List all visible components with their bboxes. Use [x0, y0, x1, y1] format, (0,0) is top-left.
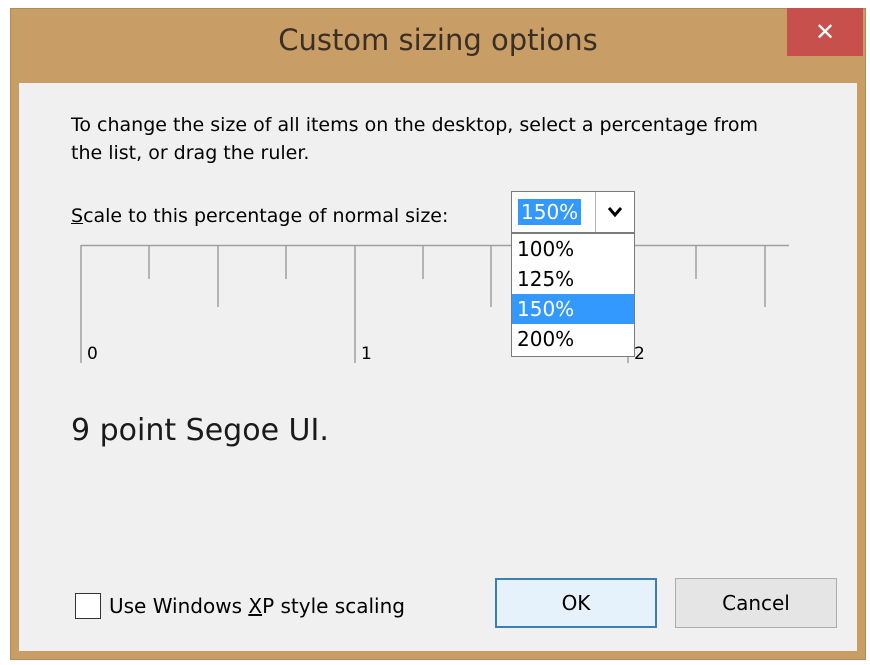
scale-percentage-combobox[interactable]: 150%	[511, 191, 635, 233]
xp-label-after: P style scaling	[262, 594, 405, 618]
close-button[interactable]: ✕	[787, 8, 863, 56]
xp-scaling-option[interactable]: Use Windows XP style scaling	[75, 593, 405, 619]
dialog-title: Custom sizing options	[278, 23, 598, 57]
close-icon: ✕	[814, 18, 836, 46]
xp-scaling-checkbox[interactable]	[75, 593, 101, 619]
scale-option-150[interactable]: 150%	[512, 294, 634, 324]
dropdown-button[interactable]	[595, 192, 634, 232]
ruler-label-1: 1	[361, 344, 372, 364]
dialog-client-area: To change the size of all items on the d…	[19, 83, 857, 651]
scale-option-200[interactable]: 200%	[512, 324, 634, 354]
ruler[interactable]: 0 1 2	[19, 83, 857, 383]
xp-label-accel: X	[248, 594, 263, 618]
ruler-label-0: 0	[87, 344, 98, 364]
scale-selected-value: 150%	[518, 199, 582, 225]
sample-text: 9 point Segoe UI.	[71, 413, 329, 448]
scale-dropdown-list: 100% 125% 150% 200%	[511, 233, 635, 357]
ok-button[interactable]: OK	[495, 578, 657, 628]
scale-option-100[interactable]: 100%	[512, 234, 634, 264]
dialog-window: Custom sizing options ✕ To change the si…	[10, 8, 866, 660]
title-bar[interactable]: Custom sizing options ✕	[11, 8, 865, 83]
scale-option-125[interactable]: 125%	[512, 264, 634, 294]
xp-scaling-label[interactable]: Use Windows XP style scaling	[109, 594, 405, 618]
chevron-down-icon	[607, 207, 623, 218]
cancel-button[interactable]: Cancel	[675, 578, 837, 628]
xp-label-before: Use Windows	[109, 594, 249, 618]
ruler-label-2: 2	[634, 344, 645, 364]
